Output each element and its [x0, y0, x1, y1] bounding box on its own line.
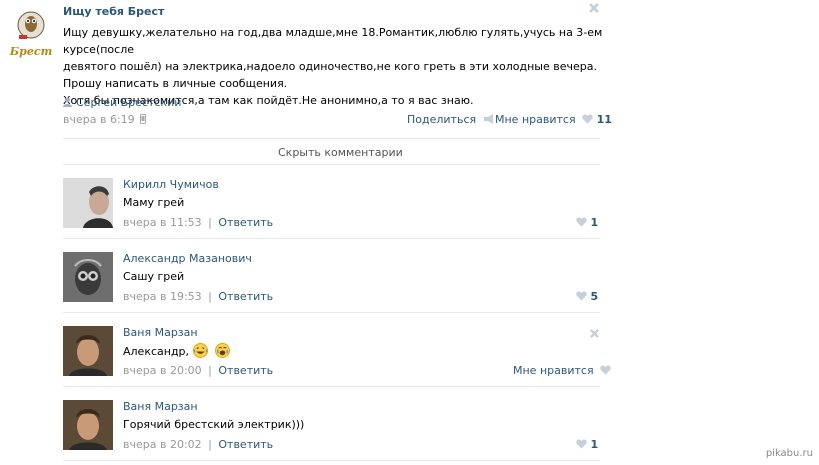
comment-like-button[interactable]: 5	[576, 290, 598, 303]
reply-link[interactable]: Ответить	[218, 216, 273, 229]
comment-author[interactable]: Ваня Марзан	[123, 400, 198, 413]
post-time-text[interactable]: вчера в 6:19	[63, 113, 135, 126]
comment-like-button[interactable]: 1	[576, 216, 598, 229]
meta-separator: |	[208, 438, 212, 451]
post-author[interactable]: Сергей Брестский	[63, 96, 181, 109]
hide-comments-link[interactable]: Скрыть комментарии	[278, 146, 403, 159]
comment-time[interactable]: вчера в 11:53	[123, 216, 202, 229]
like-label[interactable]: Мне нравится	[513, 364, 594, 377]
comment-meta: вчера в 19:53 | Ответить	[123, 290, 273, 303]
post-title[interactable]: Ищу тебя Брест	[63, 5, 164, 18]
close-icon[interactable]	[589, 328, 600, 339]
comment-meta: вчера в 20:02 | Ответить	[123, 438, 273, 451]
comment-author[interactable]: Александр Мазанович	[123, 252, 252, 265]
comment-text: Сашу грей	[123, 270, 185, 283]
heart-icon	[576, 439, 587, 449]
heart-icon	[576, 291, 587, 301]
comment-meta: вчера в 20:00 | Ответить	[123, 364, 273, 377]
author-name[interactable]: Сергей Брестский	[76, 96, 181, 109]
heart-icon	[582, 114, 593, 124]
avatar[interactable]	[63, 326, 113, 376]
heart-icon	[576, 217, 587, 227]
meta-separator: |	[208, 290, 212, 303]
like-count: 1	[590, 438, 599, 451]
post-line: девятого пошёл) на электрика,надоело оди…	[63, 60, 597, 73]
crying-laughing-emoji-icon	[215, 343, 231, 358]
divider	[63, 238, 600, 239]
like-count: 5	[590, 290, 599, 303]
avatar-caption: Брест	[9, 45, 52, 58]
comment-time[interactable]: вчера в 20:00	[123, 364, 202, 377]
like-post-button[interactable]: Мне нравится 11	[495, 113, 612, 126]
avatar[interactable]	[63, 252, 113, 302]
comment-text: Маму грей	[123, 196, 185, 209]
avatar[interactable]	[63, 400, 113, 450]
comment-like-button[interactable]: 1	[576, 438, 598, 451]
divider	[63, 386, 600, 387]
close-icon[interactable]	[588, 2, 600, 14]
reply-link[interactable]: Ответить	[218, 438, 273, 451]
like-count: 11	[596, 113, 612, 126]
reply-link[interactable]: Ответить	[218, 364, 273, 377]
comment-text: Александр,	[123, 343, 231, 358]
watermark: pikabu.ru	[765, 448, 813, 459]
meta-separator: |	[208, 216, 212, 229]
post-line: Ищу девушку,желательно на год,два младше…	[63, 26, 603, 56]
comment-like-button[interactable]: Мне нравится	[513, 364, 611, 377]
like-label[interactable]: Мне нравится	[495, 113, 576, 126]
heart-icon	[600, 365, 611, 375]
like-count: 1	[590, 216, 599, 229]
post-line: Прошу написать в личные сообщения.	[63, 77, 288, 90]
comment-text: Горячий брестский электрик)))	[123, 418, 305, 431]
divider	[63, 460, 600, 461]
avatar-photo	[63, 400, 113, 450]
comment-time[interactable]: вчера в 20:02	[123, 438, 202, 451]
comment-time[interactable]: вчера в 19:53	[123, 290, 202, 303]
megaphone-icon	[483, 114, 493, 124]
divider	[63, 312, 600, 313]
comment-text-content: Александр,	[123, 345, 190, 358]
user-icon	[63, 97, 72, 107]
comment-author[interactable]: Кирилл Чумичов	[123, 178, 219, 191]
avatar-photo	[63, 252, 113, 302]
laughing-emoji-icon	[192, 343, 208, 358]
meta-separator: |	[208, 364, 212, 377]
post-time[interactable]: вчера в 6:19	[63, 113, 147, 126]
comment-author[interactable]: Ваня Марзан	[123, 326, 198, 339]
comment-meta: вчера в 11:53 | Ответить	[123, 216, 273, 229]
avatar[interactable]	[63, 178, 113, 228]
avatar-photo	[63, 178, 113, 228]
avatar-photo	[63, 326, 113, 376]
share-button[interactable]: Поделиться	[407, 113, 495, 126]
reply-link[interactable]: Ответить	[218, 290, 273, 303]
divider	[63, 164, 600, 165]
share-label[interactable]: Поделиться	[407, 113, 476, 126]
divider	[63, 138, 600, 139]
group-avatar[interactable]: Брест	[9, 5, 53, 60]
mobile-icon	[140, 114, 147, 124]
